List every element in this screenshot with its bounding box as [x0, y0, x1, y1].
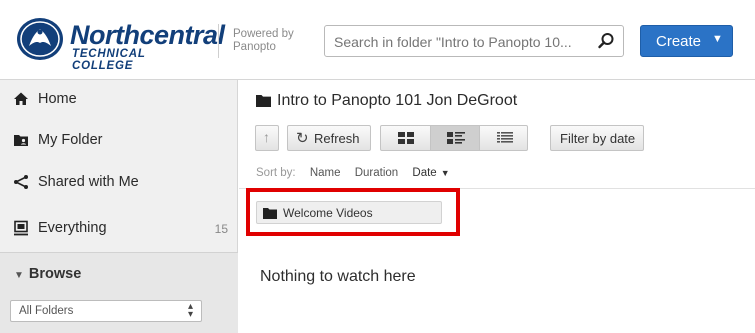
- powered-by-label: Powered by Panopto: [233, 28, 294, 54]
- highlight-box: [246, 188, 460, 236]
- folder-icon: [256, 95, 271, 107]
- search-icon[interactable]: [597, 32, 615, 50]
- everything-icon: [14, 220, 28, 236]
- compact-list-icon: [497, 132, 513, 143]
- sort-by-label: Sort by:: [256, 167, 296, 179]
- sidebar-item-home[interactable]: Home: [0, 80, 238, 120]
- sort-option-date[interactable]: Date ▼: [412, 167, 449, 179]
- browse-toggle[interactable]: ▼ Browse: [14, 266, 81, 282]
- dropdown-caret-icon: ▼: [712, 33, 723, 45]
- sidebar-item-label: My Folder: [38, 132, 103, 148]
- filter-by-date-button[interactable]: Filter by date: [550, 125, 644, 151]
- home-icon: [14, 92, 28, 105]
- folder-title-text: Intro to Panopto 101 Jon DeGroot: [277, 92, 518, 109]
- browse-label: Browse: [28, 266, 82, 282]
- sidebar: Home My Folder Shared with Me Everything…: [0, 80, 238, 333]
- sidebar-item-label: Shared with Me: [38, 174, 139, 190]
- view-mode-toggle: [380, 125, 528, 151]
- sort-desc-caret-icon: ▼: [440, 168, 450, 178]
- create-button-label: Create: [656, 33, 702, 50]
- main-content: Intro to Panopto 101 Jon DeGroot ↑ ↻ Ref…: [239, 80, 755, 333]
- header-divider: [218, 24, 219, 58]
- share-icon: [14, 175, 28, 189]
- sidebar-item-everything[interactable]: Everything 15: [0, 209, 238, 249]
- sidebar-item-shared-with-me[interactable]: Shared with Me: [0, 163, 238, 203]
- collapse-triangle-icon: ▼: [14, 270, 24, 281]
- thumbnail-grid-icon: [398, 132, 414, 144]
- filter-button-label: Filter by date: [560, 131, 636, 146]
- sort-bar: Sort by: Name Duration Date ▼: [256, 167, 461, 179]
- thumbnail-view-button[interactable]: [381, 126, 430, 150]
- list-view-button[interactable]: [480, 126, 529, 150]
- my-folder-icon: [14, 135, 28, 146]
- logo-text-secondary: TECHNICAL COLLEGE: [72, 48, 146, 72]
- refresh-button[interactable]: ↻ Refresh: [287, 125, 371, 151]
- sidebar-item-label: Everything: [38, 220, 107, 236]
- college-logo[interactable]: Northcentral TECHNICAL COLLEGE: [15, 16, 225, 72]
- parent-folder-button[interactable]: ↑: [255, 125, 279, 151]
- folders-select-value: All Folders: [19, 305, 74, 317]
- sidebar-item-my-folder[interactable]: My Folder: [0, 121, 238, 161]
- detail-view-button[interactable]: [431, 126, 480, 150]
- item-count-badge: 15: [214, 222, 228, 236]
- empty-state-message: Nothing to watch here: [260, 268, 416, 285]
- eagle-seal-icon: [17, 18, 63, 60]
- header-bar: Northcentral TECHNICAL COLLEGE Powered b…: [0, 0, 755, 80]
- logo-text-primary: Northcentral: [70, 20, 225, 50]
- panopto-text: Panopto: [233, 41, 276, 53]
- refresh-icon: ↻: [296, 130, 309, 147]
- refresh-button-label: Refresh: [314, 131, 360, 146]
- folders-select[interactable]: All Folders ▴ ▾: [10, 300, 202, 322]
- detail-list-icon: [447, 132, 465, 144]
- search-box[interactable]: [324, 25, 624, 57]
- sort-option-duration[interactable]: Duration: [355, 167, 398, 179]
- browse-section: ▼ Browse All Folders ▴ ▾: [0, 252, 238, 333]
- powered-by-text: Powered by: [233, 28, 294, 40]
- search-input[interactable]: [334, 32, 589, 52]
- sort-option-date-label: Date: [412, 167, 437, 179]
- create-button[interactable]: Create ▼: [640, 25, 733, 57]
- select-arrows-icon: ▴ ▾: [187, 301, 193, 320]
- sidebar-item-label: Home: [38, 91, 77, 107]
- up-arrow-icon: ↑: [263, 129, 270, 145]
- sort-option-name[interactable]: Name: [310, 167, 341, 179]
